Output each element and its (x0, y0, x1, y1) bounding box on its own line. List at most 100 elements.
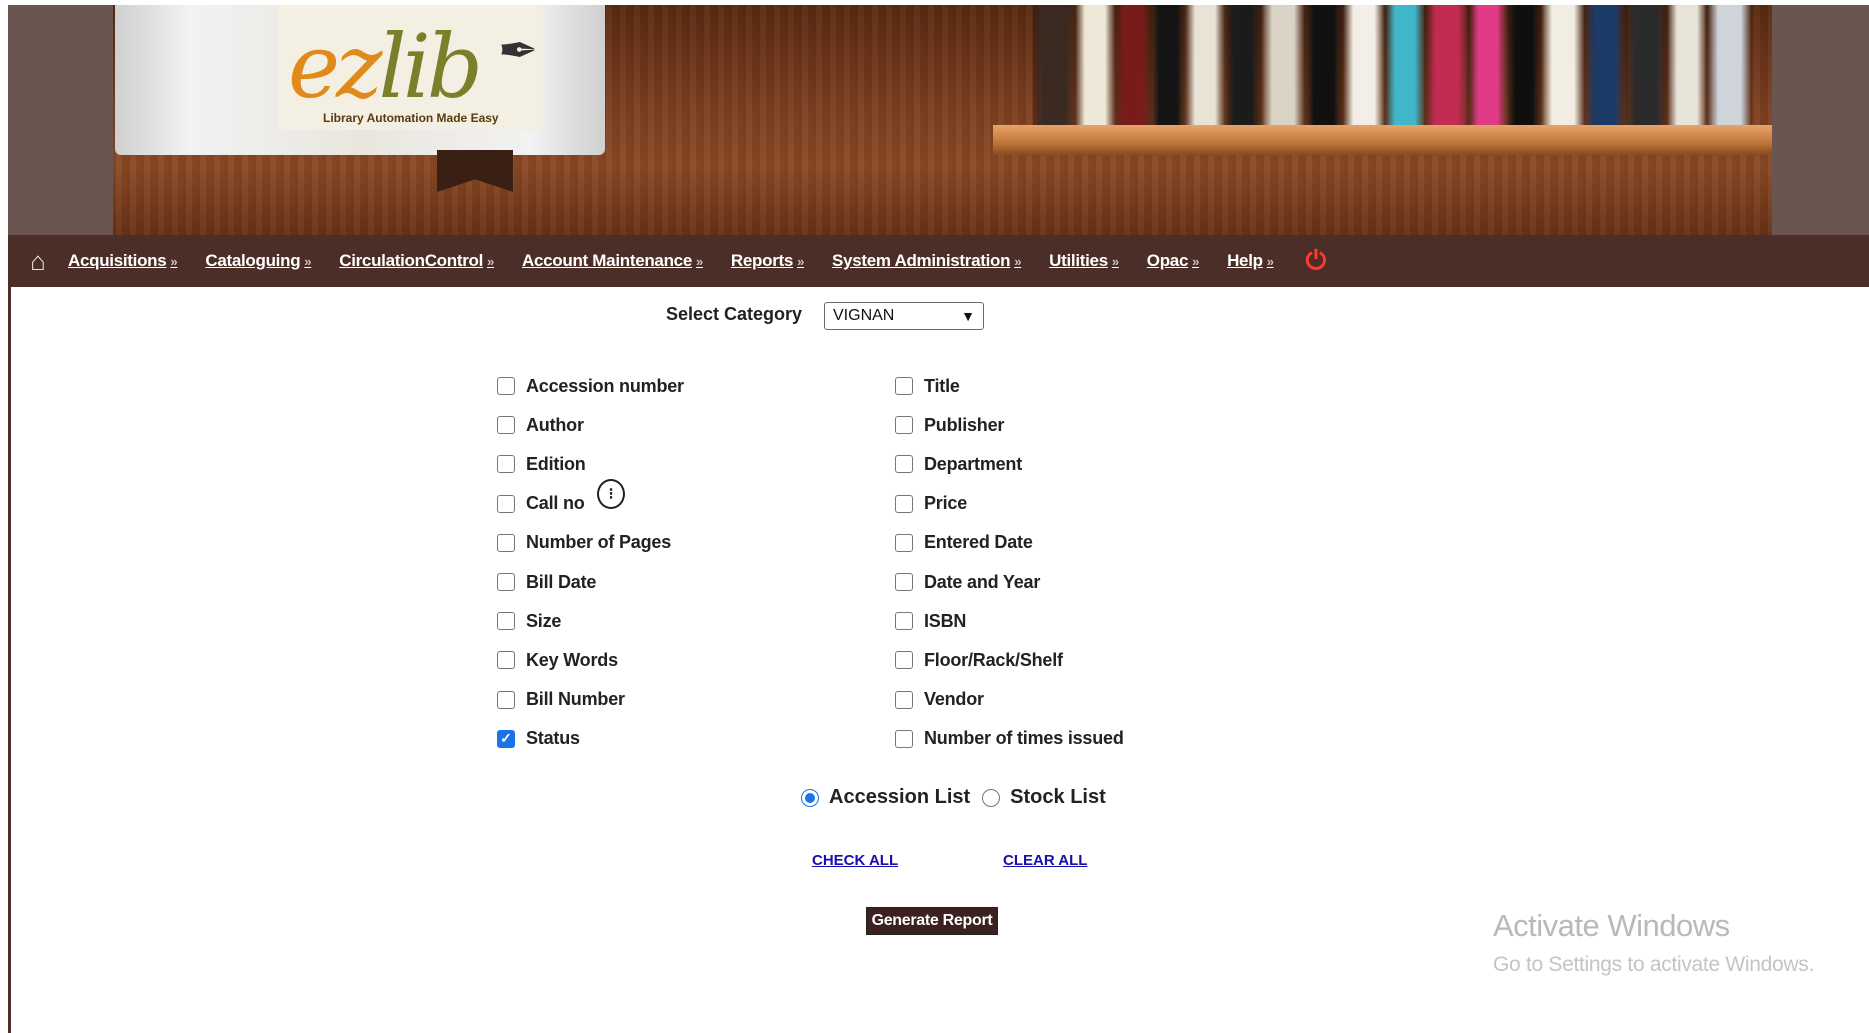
radio-stock-list[interactable] (982, 788, 1001, 807)
select-category-label: Select Category (666, 304, 803, 324)
checkbox[interactable] (895, 533, 913, 552)
checkbox[interactable] (895, 494, 913, 513)
checkbox-row[interactable]: Bill Date (497, 570, 596, 594)
nav-item-cataloguing[interactable]: Cataloguing» (205, 251, 311, 271)
checkbox[interactable] (497, 377, 515, 395)
checkbox-row[interactable]: Entered Date (895, 531, 1033, 555)
checkbox-label: Bill Number (526, 689, 625, 710)
category-select-value: VIGNAN (833, 307, 895, 324)
checkbox-label: ISBN (924, 610, 967, 631)
shelf-book (1585, 5, 1625, 125)
nav-item-label: System Administration (832, 251, 1011, 270)
chevron-down-icon: » (1111, 254, 1119, 269)
chevron-down-icon: » (170, 254, 178, 269)
checkbox[interactable] (497, 612, 515, 631)
shelf-book (1151, 5, 1185, 125)
checkbox-label: Author (526, 414, 584, 435)
shelf-book (1075, 5, 1115, 125)
power-icon[interactable]: ⏻ (1306, 245, 1327, 277)
checkbox-row[interactable]: Call no (497, 492, 585, 516)
checkbox[interactable] (895, 416, 913, 435)
shelf-book (1385, 5, 1425, 125)
chevron-down-icon: ▼ (961, 308, 975, 324)
checkbox[interactable] (895, 612, 913, 631)
checkbox-label: Call no (526, 493, 585, 514)
checkbox[interactable] (895, 690, 913, 709)
checkbox[interactable] (497, 494, 515, 513)
checkbox[interactable] (497, 416, 515, 435)
checkbox[interactable] (497, 573, 515, 591)
checkbox-row[interactable]: Accession number (497, 374, 684, 398)
check-all-link[interactable]: CHECK ALL (812, 852, 898, 869)
nav-item-reports[interactable]: Reports» (731, 251, 804, 271)
checkbox[interactable] (895, 455, 913, 474)
checkbox[interactable] (895, 377, 913, 395)
checkbox-row[interactable]: ISBN (895, 609, 966, 633)
scroll-cursor-icon: ⁝ (597, 479, 625, 509)
shelf-book (1707, 5, 1752, 125)
checkbox[interactable] (895, 729, 913, 748)
ezlib-logo: ezlib ✒ Library Automation Made Easy (278, 5, 543, 130)
nav-item-system-administration[interactable]: System Administration» (832, 251, 1021, 271)
nav-item-help[interactable]: Help» (1227, 251, 1274, 271)
nav-item-opac[interactable]: Opac» (1146, 251, 1200, 271)
nav-item-utilities[interactable]: Utilities» (1049, 251, 1119, 271)
checkbox-label: Publisher (924, 414, 1005, 435)
home-icon[interactable]: ⌂ (8, 248, 68, 274)
checkbox-label: Floor/Rack/Shelf (924, 649, 1063, 670)
shelf-book (1115, 5, 1151, 125)
nav-menu: Acquisitions» Cataloguing» CirculationCont… (68, 251, 1302, 271)
checkbox[interactable] (497, 690, 515, 709)
checkbox-row[interactable]: Price (895, 492, 967, 516)
checkbox[interactable] (497, 455, 515, 474)
radio-accession-list[interactable] (801, 788, 819, 807)
checkbox-label: Status (526, 728, 580, 749)
shelf-book (1225, 5, 1261, 125)
nav-item-label: Help (1227, 251, 1263, 270)
nav-item-account-maintenance[interactable]: Account Maintenance» (522, 251, 703, 271)
nav-item-circulationcontrol[interactable]: CirculationControl» (339, 251, 494, 271)
bookshelf-books (1033, 5, 1772, 125)
checkbox[interactable]: ✓ (497, 729, 515, 748)
nav-item-label: Opac (1146, 251, 1189, 270)
clear-all-link[interactable]: CLEAR ALL (1003, 852, 1087, 869)
chevron-down-icon: » (1192, 254, 1200, 269)
checkbox[interactable] (497, 533, 515, 552)
checkbox-row[interactable]: Title (895, 374, 960, 398)
checkbox[interactable] (497, 651, 515, 670)
checkbox-row[interactable]: Vendor (895, 688, 984, 712)
checkbox-row[interactable]: Size (497, 609, 561, 633)
checkbox-row[interactable]: Floor/Rack/Shelf (895, 648, 1063, 672)
category-select[interactable]: VIGNAN ▼ (824, 302, 984, 330)
shelf-book (1541, 5, 1585, 125)
checkbox-label: Size (526, 610, 562, 631)
generate-report-button[interactable]: Generate Report (866, 907, 998, 935)
checkbox-row[interactable]: Department (895, 452, 1022, 476)
checkbox-label: Bill Date (526, 571, 597, 592)
list-type-radio-group: Accession List Stock List (801, 786, 1118, 809)
checkbox-row[interactable]: Key Words (497, 648, 618, 672)
checkbox-row[interactable]: Edition (497, 452, 586, 476)
shelf-book (1425, 5, 1469, 125)
chevron-down-icon: » (797, 254, 804, 269)
shelf-book (1033, 5, 1075, 125)
radio-label: Stock List (1010, 786, 1106, 808)
nav-item-acquisitions[interactable]: Acquisitions» (68, 251, 178, 271)
checkbox-label: Department (924, 453, 1023, 474)
checkbox-row[interactable]: Date and Year (895, 570, 1040, 594)
shelf-book (1667, 5, 1707, 125)
checkbox-row[interactable]: Number of times issued (895, 727, 1124, 751)
checkbox[interactable] (895, 651, 913, 670)
logo-ez: ez (288, 15, 382, 118)
checkbox-row[interactable]: Author (497, 413, 584, 437)
checkbox-row[interactable]: Bill Number (497, 688, 625, 712)
checkbox[interactable] (895, 573, 913, 591)
checkbox-row[interactable]: ✓ Status (497, 727, 580, 751)
checkbox-label: Date and Year (924, 571, 1041, 592)
shelf-book (1625, 5, 1667, 125)
checkbox-row[interactable]: Number of Pages (497, 531, 671, 555)
shelf-book (1185, 5, 1225, 125)
logo-wordmark: ezlib (288, 23, 483, 111)
shelf-book (1343, 5, 1385, 125)
checkbox-row[interactable]: Publisher (895, 413, 1004, 437)
